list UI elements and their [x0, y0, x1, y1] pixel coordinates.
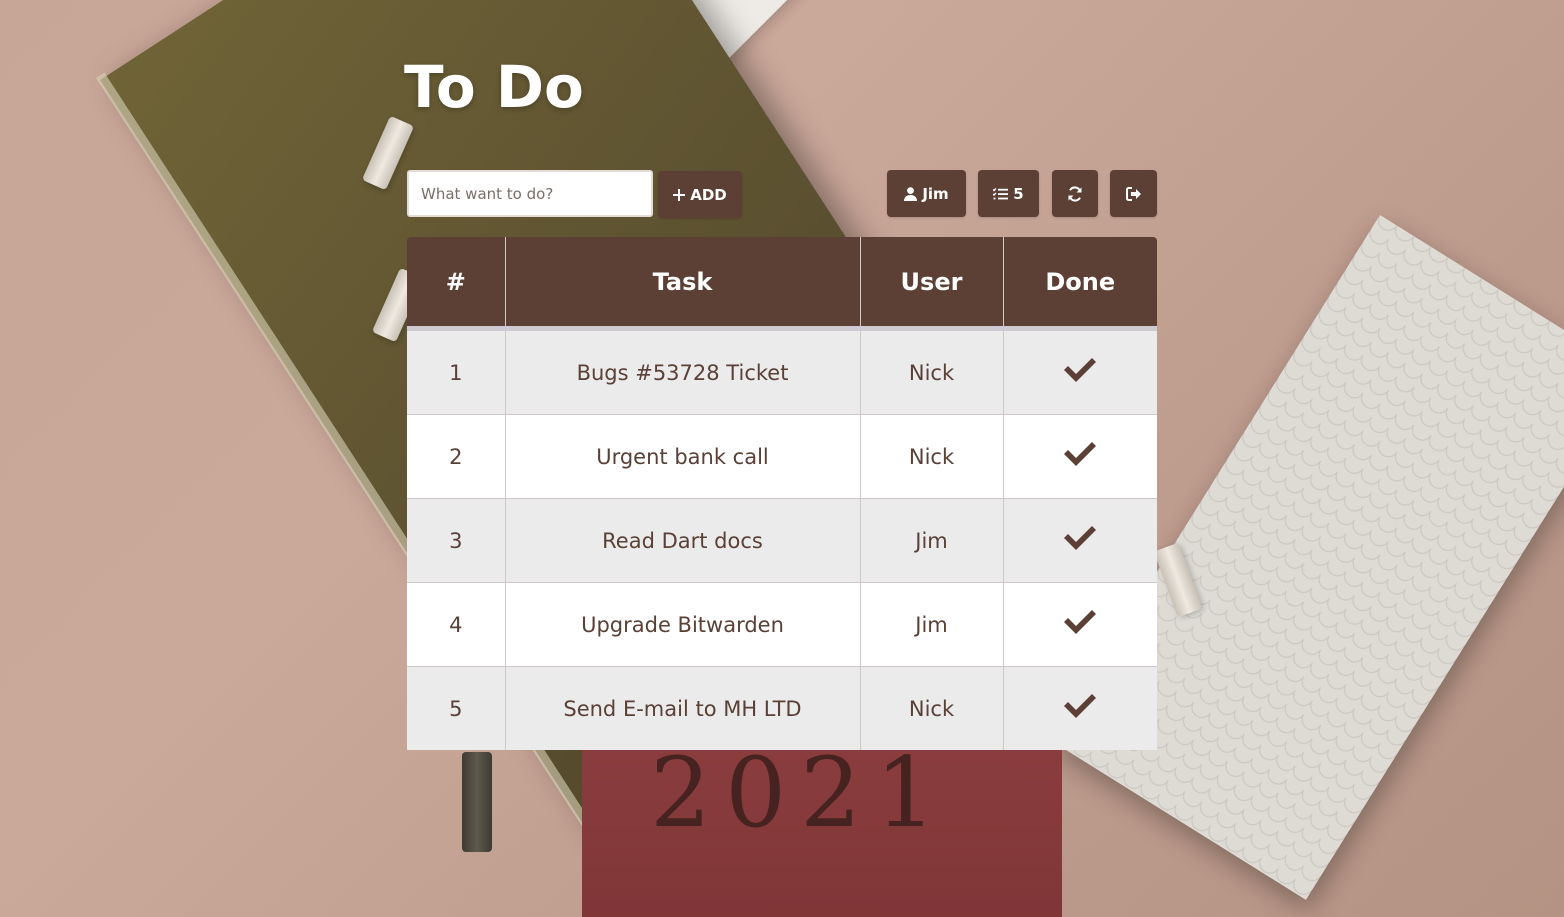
- task-input[interactable]: [407, 170, 653, 217]
- logout-button[interactable]: [1110, 170, 1157, 217]
- table-row[interactable]: 2 Urgent bank call Nick: [407, 414, 1157, 499]
- plus-icon: [673, 188, 686, 201]
- check-icon[interactable]: [1062, 608, 1098, 641]
- task-number: 4: [407, 582, 506, 667]
- task-user: Jim: [860, 582, 1004, 667]
- check-icon[interactable]: [1062, 440, 1098, 473]
- table-row[interactable]: 1 Bugs #53728 Ticket Nick: [407, 328, 1157, 415]
- table-row[interactable]: 4 Upgrade Bitwarden Jim: [407, 582, 1157, 667]
- task-count-button[interactable]: 5: [978, 170, 1039, 217]
- background-red-book-lettering: 2021: [650, 737, 951, 849]
- column-header-done: Done: [1003, 237, 1157, 331]
- list-icon: [993, 187, 1009, 200]
- task-user: Nick: [860, 328, 1004, 415]
- user-button-label: Jim: [922, 184, 949, 203]
- task-name: Read Dart docs: [505, 498, 861, 583]
- task-table: # Task User Done 1 Bugs #53728 Ticket Ni…: [407, 237, 1157, 750]
- check-icon[interactable]: [1062, 356, 1098, 389]
- table-row[interactable]: 5 Send E-mail to MH LTD Nick: [407, 666, 1157, 750]
- task-count-label: 5: [1013, 184, 1024, 203]
- add-button-label: ADD: [690, 185, 727, 204]
- column-header-number: #: [407, 237, 506, 331]
- task-number: 2: [407, 414, 506, 499]
- header-row: # Task User Done: [407, 237, 1157, 331]
- task-user: Nick: [860, 666, 1004, 750]
- task-name: Urgent bank call: [505, 414, 861, 499]
- background-pen: [462, 752, 492, 852]
- task-table-header: # Task User Done: [407, 237, 1157, 331]
- table-row[interactable]: 3 Read Dart docs Jim: [407, 498, 1157, 583]
- task-number: 1: [407, 328, 506, 415]
- task-user: Nick: [860, 414, 1004, 499]
- user-button[interactable]: Jim: [887, 170, 966, 217]
- task-done-cell[interactable]: [1003, 328, 1157, 415]
- add-task-button[interactable]: ADD: [658, 171, 742, 218]
- refresh-icon: [1067, 185, 1083, 202]
- task-table-body: 1 Bugs #53728 Ticket Nick 2 Urgent bank …: [407, 328, 1157, 750]
- refresh-button[interactable]: [1052, 170, 1098, 217]
- column-header-user: User: [860, 237, 1004, 331]
- check-icon[interactable]: [1062, 692, 1098, 725]
- user-icon: [904, 186, 918, 201]
- task-name: Upgrade Bitwarden: [505, 582, 861, 667]
- page-title: To Do: [404, 53, 584, 121]
- task-done-cell[interactable]: [1003, 498, 1157, 583]
- column-header-task: Task: [505, 237, 861, 331]
- check-icon[interactable]: [1062, 524, 1098, 557]
- task-number: 5: [407, 666, 506, 750]
- task-number: 3: [407, 498, 506, 583]
- task-done-cell[interactable]: [1003, 414, 1157, 499]
- task-table-container: # Task User Done 1 Bugs #53728 Ticket Ni…: [407, 237, 1157, 750]
- task-name: Send E-mail to MH LTD: [505, 666, 861, 750]
- sign-out-icon: [1125, 186, 1142, 201]
- task-done-cell[interactable]: [1003, 666, 1157, 750]
- task-user: Jim: [860, 498, 1004, 583]
- task-name: Bugs #53728 Ticket: [505, 328, 861, 415]
- task-done-cell[interactable]: [1003, 582, 1157, 667]
